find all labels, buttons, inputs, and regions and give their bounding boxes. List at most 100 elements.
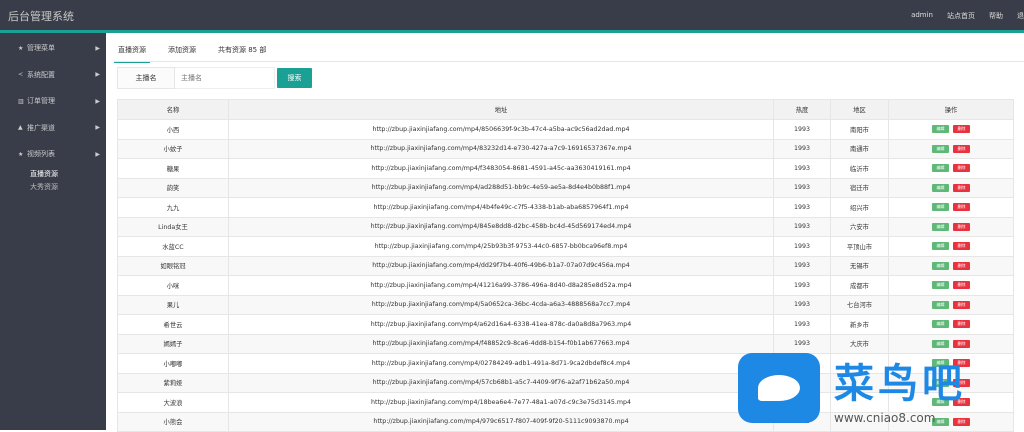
tabs: 直播资源 添加资源 共有资源 85 部 (114, 42, 270, 63)
tab-add-resource[interactable]: 添加资源 (164, 42, 200, 63)
url-cell: http://zbup.jiaxinjiafang.com/mp4/a62d16… (228, 314, 774, 335)
header-nav: admin 站点首页 帮助 退 (911, 11, 1024, 21)
actions-cell: 编辑 删除 (888, 216, 1014, 237)
col-actions: 操作 (888, 99, 1014, 120)
help-link[interactable]: 帮助 (989, 11, 1003, 21)
table-row: 如眼铭冠 http://zbup.jiaxinjiafang.com/mp4/d… (117, 255, 1014, 276)
sidebar-item[interactable]: ≺ 系统配置 ▶ (0, 62, 106, 89)
delete-button[interactable]: 删除 (953, 203, 970, 212)
search-button[interactable]: 搜索 (277, 68, 312, 88)
edit-button[interactable]: 编辑 (932, 203, 949, 212)
tab-divider (114, 61, 1024, 62)
edit-button[interactable]: 编辑 (932, 222, 949, 231)
star-icon: ★ (18, 150, 24, 158)
sidebar-item[interactable]: ▲ 推广渠道 ▶ (0, 115, 106, 142)
delete-button[interactable]: 删除 (953, 125, 970, 134)
delete-button[interactable]: 删除 (953, 164, 970, 173)
actions-cell: 编辑 删除 (888, 119, 1014, 140)
name-cell: 如眼铭冠 (117, 255, 229, 276)
name-cell: 九九 (117, 197, 229, 218)
tab-resource-count[interactable]: 共有资源 85 部 (214, 42, 270, 63)
delete-button[interactable]: 删除 (953, 183, 970, 192)
delete-button[interactable]: 删除 (953, 222, 970, 231)
delete-button[interactable]: 删除 (953, 281, 970, 290)
watermark-text: 菜鸟吧 (834, 360, 966, 407)
name-cell: 小咪 (117, 275, 229, 296)
delete-button[interactable]: 删除 (953, 300, 970, 309)
edit-button[interactable]: 编辑 (932, 125, 949, 134)
table-row: Linda女王 http://zbup.jiaxinjiafang.com/mp… (117, 216, 1014, 237)
region-cell: 七台河市 (830, 294, 889, 315)
delete-button[interactable]: 删除 (953, 144, 970, 153)
table-row: 水蓝CC http://zbup.jiaxinjiafang.com/mp4/2… (117, 236, 1014, 257)
actions-cell: 编辑 删除 (888, 294, 1014, 315)
heat-cell: 1993 (773, 294, 831, 315)
sidebar-subitem-show[interactable]: 大秀资源 (0, 181, 106, 194)
region-cell: 临沂市 (830, 158, 889, 179)
table-row: 九九 http://zbup.jiaxinjiafang.com/mp4/4b4… (117, 197, 1014, 218)
url-cell: http://zbup.jiaxinjiafang.com/mp4/027842… (228, 353, 774, 374)
caret-right-icon: ▶ (95, 124, 100, 132)
edit-button[interactable]: 编辑 (932, 261, 949, 270)
url-cell: http://zbup.jiaxinjiafang.com/mp4/979c65… (228, 411, 774, 432)
actions-cell: 编辑 删除 (888, 236, 1014, 257)
table-row: 小咪 http://zbup.jiaxinjiafang.com/mp4/412… (117, 275, 1014, 296)
table-row: 韵笑 http://zbup.jiaxinjiafang.com/mp4/ad2… (117, 177, 1014, 198)
anchor-name-input[interactable] (175, 67, 275, 89)
region-cell: 南通市 (830, 138, 889, 159)
heat-cell: 1993 (773, 275, 831, 296)
edit-button[interactable]: 编辑 (932, 144, 949, 153)
sidebar-item[interactable]: ★ 管理菜单 ▶ (0, 35, 106, 62)
name-cell: 小西 (117, 119, 229, 140)
table-row: 糖果 http://zbup.jiaxinjiafang.com/mp4/f34… (117, 158, 1014, 179)
heat-cell: 1993 (773, 158, 831, 179)
delete-button[interactable]: 删除 (953, 242, 970, 251)
heat-cell: 1993 (773, 197, 831, 218)
region-cell: 南阳市 (830, 119, 889, 140)
watermark: 菜鸟吧 www.cniao8.com (738, 346, 1024, 430)
sidebar-item[interactable]: ★ 视频列表 ▶ (0, 141, 106, 168)
delete-button[interactable]: 删除 (953, 261, 970, 270)
region-cell: 六安市 (830, 216, 889, 237)
edit-button[interactable]: 编辑 (932, 300, 949, 309)
col-region: 地区 (830, 99, 889, 120)
tab-live-resources[interactable]: 直播资源 (114, 42, 150, 63)
url-cell: http://zbup.jiaxinjiafang.com/mp4/4b4fe4… (228, 197, 774, 218)
heat-cell: 1993 (773, 236, 831, 257)
edit-button[interactable]: 编辑 (932, 164, 949, 173)
actions-cell: 编辑 删除 (888, 197, 1014, 218)
name-cell: 小熊会 (117, 411, 229, 432)
sidebar-item-label: 推广渠道 (27, 123, 55, 132)
watermark-url: www.cniao8.com (834, 411, 936, 425)
delete-button[interactable]: 删除 (953, 320, 970, 329)
actions-cell: 编辑 删除 (888, 138, 1014, 159)
actions-cell: 编辑 删除 (888, 314, 1014, 335)
sidebar-item[interactable]: ▥ 订单管理 ▶ (0, 88, 106, 115)
sidebar-subitem-live[interactable]: 直播资源 (0, 168, 106, 181)
edit-button[interactable]: 编辑 (932, 242, 949, 251)
caret-right-icon: ▶ (95, 44, 100, 52)
url-cell: http://zbup.jiaxinjiafang.com/mp4/850663… (228, 119, 774, 140)
region-cell: 平顶山市 (830, 236, 889, 257)
app-title: 后台管理系统 (8, 10, 74, 23)
col-name: 名称 (117, 99, 229, 120)
url-cell: http://zbup.jiaxinjiafang.com/mp4/dd29f7… (228, 255, 774, 276)
sidebar-item-label: 系统配置 (27, 70, 55, 79)
heat-cell: 1993 (773, 255, 831, 276)
name-cell: 大波浪 (117, 392, 229, 413)
site-home-link[interactable]: 站点首页 (947, 11, 975, 21)
edit-button[interactable]: 编辑 (932, 320, 949, 329)
user-link[interactable]: admin (911, 11, 933, 21)
name-cell: 紫莉娅 (117, 372, 229, 393)
table-row: 希世云 http://zbup.jiaxinjiafang.com/mp4/a6… (117, 314, 1014, 335)
name-cell: 果儿 (117, 294, 229, 315)
url-cell: http://zbup.jiaxinjiafang.com/mp4/18bea6… (228, 392, 774, 413)
url-cell: http://zbup.jiaxinjiafang.com/mp4/f48852… (228, 333, 774, 354)
region-cell: 新乡市 (830, 314, 889, 335)
url-cell: http://zbup.jiaxinjiafang.com/mp4/57cb68… (228, 372, 774, 393)
name-cell: 希世云 (117, 314, 229, 335)
edit-button[interactable]: 编辑 (932, 183, 949, 192)
logout-link[interactable]: 退 (1017, 11, 1024, 21)
edit-button[interactable]: 编辑 (932, 281, 949, 290)
region-cell: 绍兴市 (830, 197, 889, 218)
